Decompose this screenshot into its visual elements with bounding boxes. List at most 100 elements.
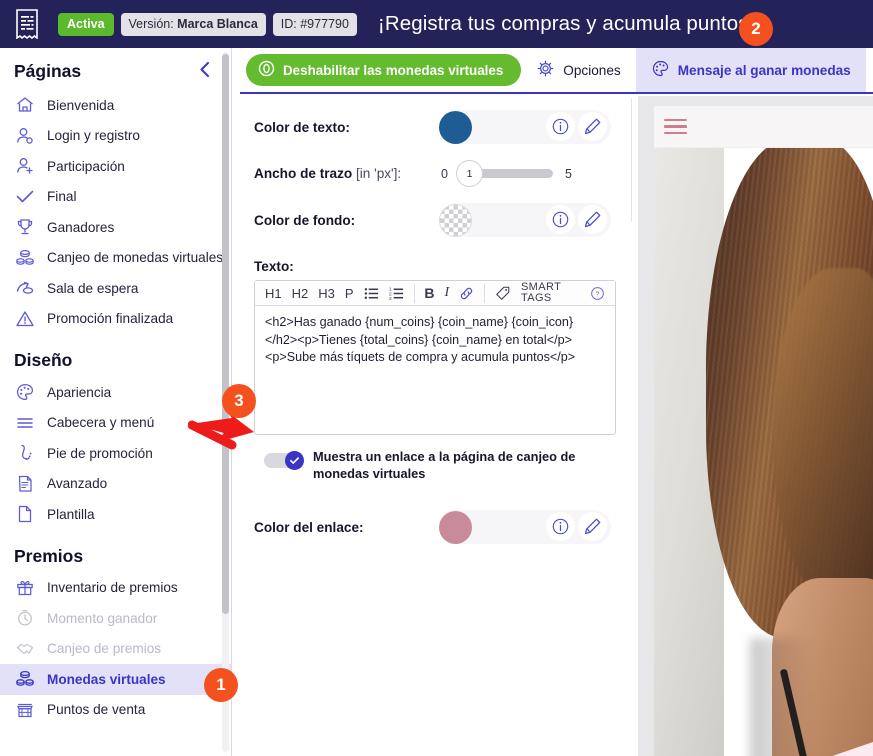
link-toggle-row: Muestra un enlace a la página de canjeo …	[264, 449, 618, 482]
sidebar-item-label: Plantilla	[47, 506, 95, 522]
stroke-width-label-bold: Ancho de trazo	[254, 166, 353, 181]
sidebar-item-label: Cabecera y menú	[47, 415, 155, 431]
svg-text:3: 3	[389, 296, 392, 301]
toolbar-divider	[413, 283, 415, 303]
sidebar-item-label: Pie de promoción	[47, 445, 153, 461]
svg-text:?: ?	[596, 290, 600, 298]
sidebar-item-ganadores[interactable]: Ganadores	[0, 212, 231, 243]
clock-icon	[14, 607, 36, 629]
link-icon[interactable]	[454, 286, 479, 301]
coins-icon	[14, 668, 36, 690]
check-icon	[290, 457, 299, 464]
sidebar-item-label: Apariencia	[47, 384, 112, 400]
link-color-label: Color del enlace:	[254, 519, 364, 535]
italic-icon[interactable]: I	[439, 286, 454, 300]
tag-icon[interactable]	[490, 285, 516, 301]
sidebar-item-label: Canjeo de monedas virtuales	[47, 250, 224, 266]
home-icon	[14, 94, 36, 116]
sidebar-item-sala-de-espera[interactable]: Sala de espera	[0, 273, 231, 304]
sidebar-item-label: Final	[47, 189, 77, 205]
sidebar-item-label: Sala de espera	[47, 280, 139, 296]
info-icon[interactable]	[546, 205, 575, 234]
store-icon	[14, 699, 36, 721]
annotation-marker-1: 1	[204, 668, 238, 702]
sidebar-item-monedas-virtuales[interactable]: Monedas virtuales	[0, 664, 231, 695]
check-icon	[14, 186, 36, 208]
editor-scrollbar[interactable]	[631, 98, 636, 222]
bold-icon[interactable]: B	[419, 286, 439, 300]
annotation-marker-2: 2	[739, 12, 773, 46]
sidebar-item-label: Login y registro	[47, 128, 140, 144]
sidebar-item-canjeo-de-monedas-virtuales[interactable]: Canjeo de monedas virtuales	[0, 243, 231, 274]
background-color-swatch[interactable]	[439, 203, 472, 237]
paragraph-button[interactable]: P	[340, 287, 359, 300]
info-icon[interactable]	[546, 512, 575, 541]
stroke-width-slider[interactable]: 0 1 5	[439, 160, 574, 187]
preview-hero-image: ✦	[654, 148, 873, 756]
sidebar-item-participacion[interactable]: Participación	[0, 151, 231, 182]
editor-content[interactable]: <h2>Has ganado {num_coins} {coin_name} {…	[255, 306, 615, 434]
text-color-field[interactable]	[439, 110, 611, 144]
sidebar-item-canjeo-de-premios[interactable]: Canjeo de premios	[0, 634, 231, 665]
sidebar-item-label: Puntos de venta	[47, 702, 146, 718]
sidebar-item-login-y-registro[interactable]: Login y registro	[0, 121, 231, 152]
background-color-field[interactable]	[439, 203, 611, 237]
disable-virtual-coins-button[interactable]: Deshabilitar las monedas virtuales	[246, 54, 522, 86]
tab-mensaje-al-ganar-monedas[interactable]: Mensaje al ganar monedas	[635, 48, 866, 92]
toolbar-divider	[484, 283, 485, 303]
sidebar-item-label: Inventario de premios	[47, 580, 178, 596]
form-panel: Color de texto: Ancho de trazo [in 'px']…	[240, 96, 638, 756]
numbered-list-icon[interactable]: 1 23	[384, 286, 409, 301]
h1-button[interactable]: H1	[260, 287, 287, 300]
coins-icon	[14, 247, 36, 269]
text-color-row: Color de texto:	[254, 110, 618, 144]
page-icon	[14, 503, 36, 525]
handshake-icon	[14, 638, 36, 660]
stroke-width-label: Ancho de trazo [in 'px']:	[254, 166, 439, 181]
question-circle-icon[interactable]: ?	[585, 286, 610, 301]
sidebar-item-final[interactable]: Final	[0, 182, 231, 213]
sidebar-scrollbar-thumb[interactable]	[222, 54, 229, 614]
chevron-left-icon[interactable]	[194, 61, 215, 82]
promo-title: ¡Registra tus compras y acumula puntos!	[377, 12, 755, 35]
pencil-icon[interactable]	[578, 512, 607, 541]
pencil-icon[interactable]	[578, 112, 607, 141]
sidebar-item-puntos-de-venta[interactable]: Puntos de venta	[0, 695, 231, 726]
sidebar-item-inventario-de-premios[interactable]: Inventario de premios	[0, 573, 231, 604]
pencil-icon[interactable]	[578, 205, 607, 234]
slider-knob[interactable]: 1	[456, 160, 483, 187]
palette-icon	[14, 381, 36, 403]
background-color-row: Color de fondo:	[254, 203, 618, 237]
slider-track[interactable]: 1	[456, 160, 553, 187]
text-color-label: Color de texto:	[254, 119, 350, 135]
text-editor-block: Texto: H1 H2 H3 P 1 23 B I SMART TAGS ? …	[254, 98, 632, 435]
waiting-room-icon	[14, 277, 36, 299]
smart-tags-label[interactable]: SMART TAGS	[516, 282, 585, 304]
editor-toolbar: H1 H2 H3 P 1 23 B I SMART TAGS ?	[255, 281, 615, 306]
palette-icon	[651, 59, 670, 81]
link-color-actions	[546, 512, 607, 541]
sidebar-item-label: Bienvenida	[47, 97, 115, 113]
text-color-swatch[interactable]	[439, 110, 472, 144]
info-icon[interactable]	[546, 112, 575, 141]
link-color-swatch[interactable]	[439, 510, 472, 544]
sidebar-item-plantilla[interactable]: Plantilla	[0, 499, 231, 530]
tab-opciones[interactable]: Opciones	[521, 47, 635, 93]
id-badge: ID: #977790	[272, 12, 357, 36]
sidebar-item-momento-ganador[interactable]: Momento ganador	[0, 603, 231, 634]
show-link-toggle[interactable]	[264, 451, 304, 470]
sidebar-item-promocion-finalizada[interactable]: Promoción finalizada	[0, 304, 231, 335]
link-color-field[interactable]	[439, 510, 611, 544]
sidebar-item-bienvenida[interactable]: Bienvenida	[0, 90, 231, 121]
text-editor[interactable]: H1 H2 H3 P 1 23 B I SMART TAGS ? <h2>Has…	[254, 98, 632, 435]
tab-label: Mensaje al ganar monedas	[677, 62, 851, 78]
sidebar-item-apariencia[interactable]: Apariencia	[0, 377, 231, 408]
tab-bar: Deshabilitar las monedas virtuales Opcio…	[240, 48, 873, 94]
footer-icon	[14, 442, 36, 464]
sidebar-item-avanzado[interactable]: Avanzado	[0, 469, 231, 500]
h3-button[interactable]: H3	[313, 287, 340, 300]
h2-button[interactable]: H2	[287, 287, 314, 300]
app-root: Activa Versión: Marca Blanca ID: #977790…	[0, 0, 873, 756]
hamburger-menu-icon[interactable]	[664, 115, 687, 139]
bullet-list-icon[interactable]	[359, 286, 384, 301]
